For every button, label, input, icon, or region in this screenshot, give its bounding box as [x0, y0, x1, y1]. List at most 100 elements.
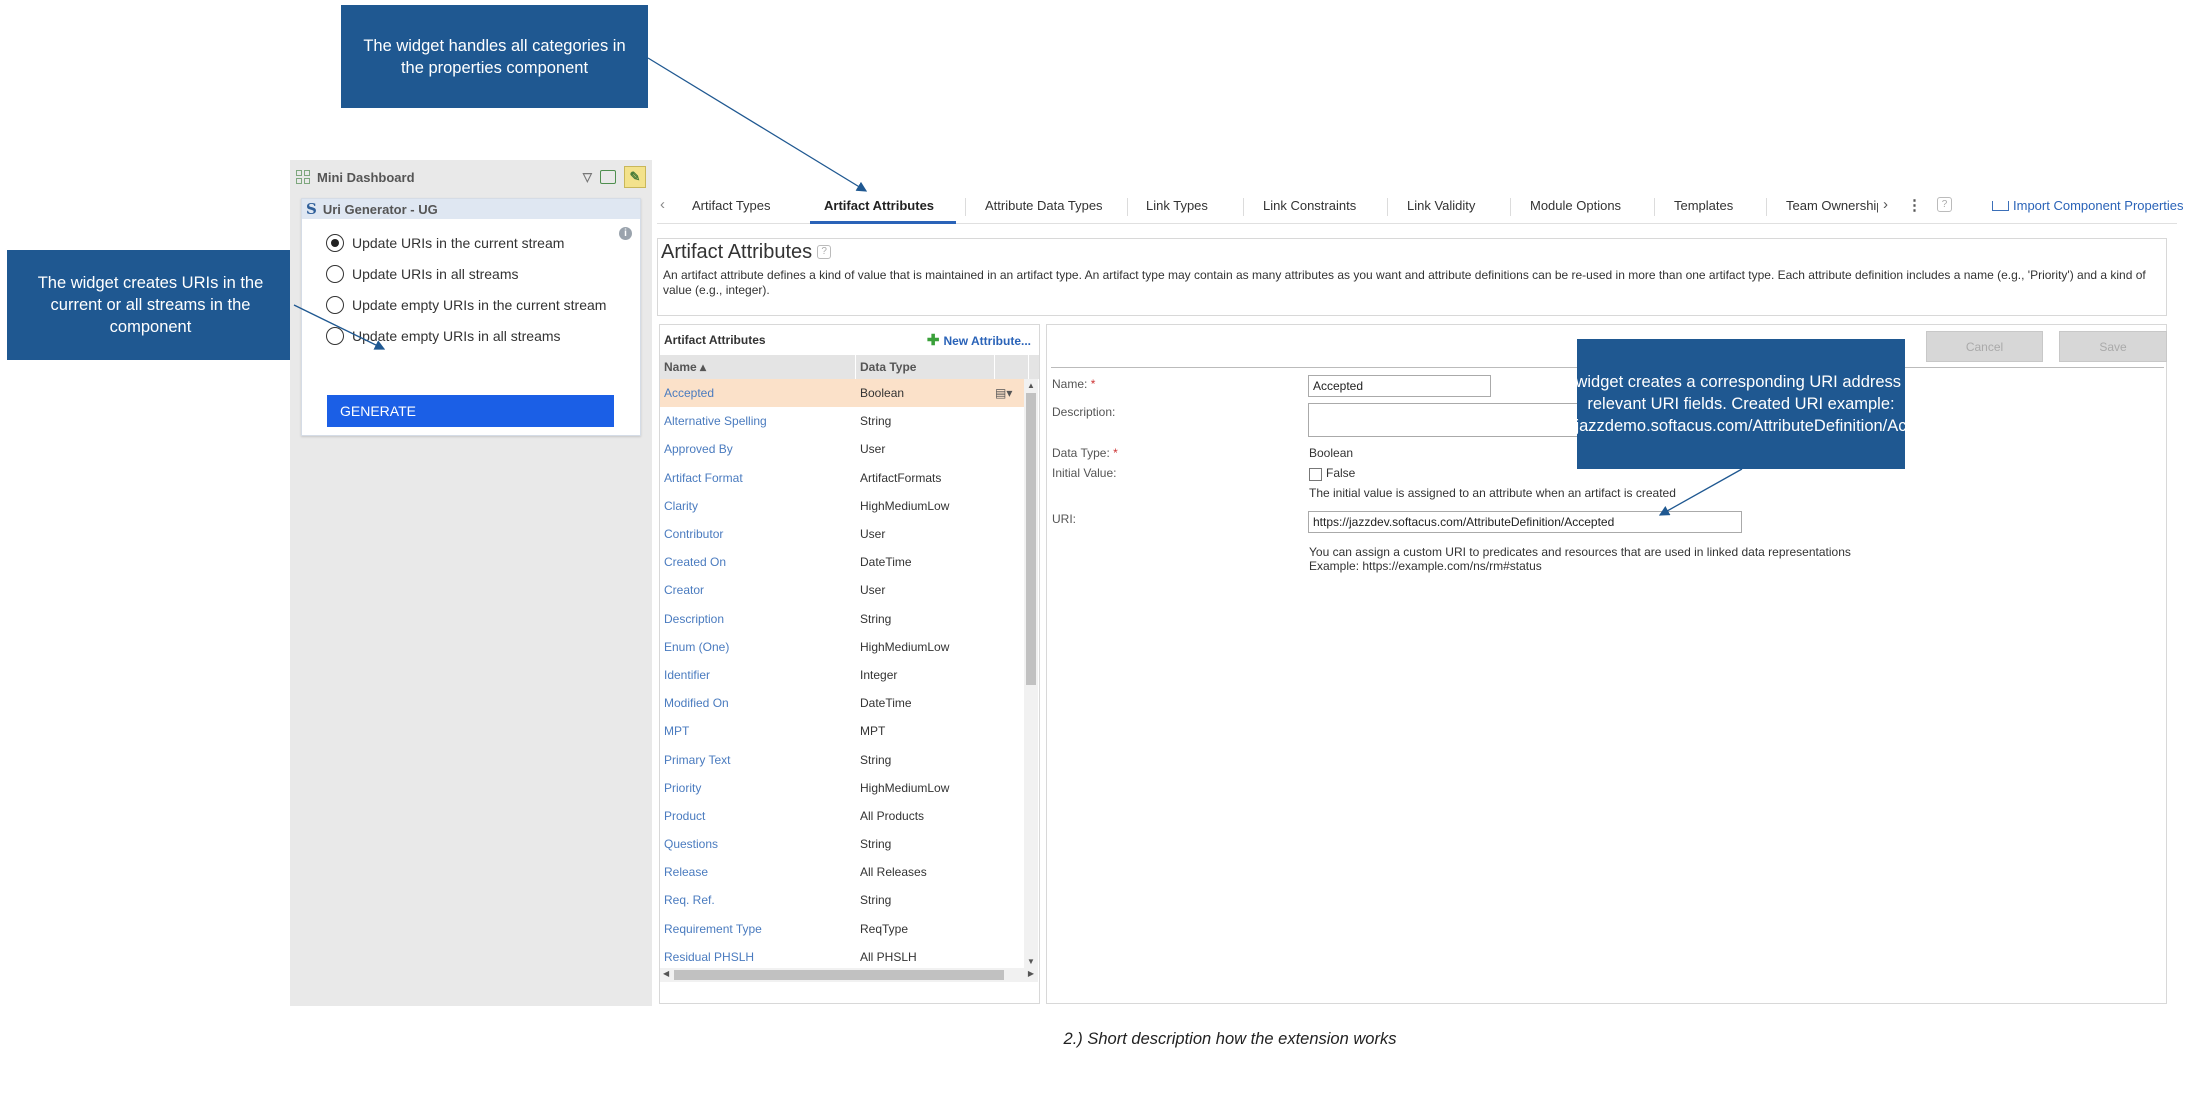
new-attribute-link[interactable]: ✚ New Attribute...: [927, 331, 1031, 349]
tab-link-constraints[interactable]: Link Constraints: [1263, 198, 1356, 213]
help-icon[interactable]: ?: [1937, 197, 1952, 212]
attribute-row[interactable]: Residual PHSLH All PHSLH: [660, 943, 1025, 971]
new-attribute-label: New Attribute...: [943, 334, 1031, 348]
attribute-name-cell[interactable]: Primary Text: [660, 753, 856, 767]
collapse-chevron-icon[interactable]: ▽: [583, 170, 592, 184]
uri-generator-widget: S Uri Generator - UG i Update URIs in th…: [301, 198, 641, 436]
attribute-row[interactable]: Modified On DateTime: [660, 689, 1025, 717]
attribute-name-cell[interactable]: Enum (One): [660, 640, 856, 654]
tabs-scroll-right-icon[interactable]: ›: [1883, 196, 1888, 213]
attribute-name-cell[interactable]: Creator: [660, 583, 856, 597]
tab-link-types[interactable]: Link Types: [1146, 198, 1208, 213]
tabs-scroll-left-icon[interactable]: ‹: [660, 196, 665, 213]
radio-option-all-streams[interactable]: Update URIs in all streams: [326, 264, 621, 284]
name-field[interactable]: Accepted: [1308, 375, 1491, 397]
attribute-name-cell[interactable]: MPT: [660, 724, 856, 738]
attribute-name-cell[interactable]: Clarity: [660, 499, 856, 513]
radio-option-empty-all-streams[interactable]: Update empty URIs in all streams: [326, 326, 621, 346]
row-actions-menu-icon[interactable]: ▤▾: [995, 386, 1025, 400]
tab-artifact-attributes[interactable]: Artifact Attributes: [824, 198, 934, 213]
attribute-name-cell[interactable]: Contributor: [660, 527, 856, 541]
attribute-row[interactable]: Accepted Boolean ▤▾: [660, 379, 1025, 408]
callout-uri: The widget creates a corresponding URI a…: [1526, 339, 1956, 469]
attribute-name-cell[interactable]: Artifact Format: [660, 471, 856, 485]
tab-team-ownership[interactable]: Team Ownership: [1786, 198, 1878, 213]
radio-button[interactable]: [326, 265, 344, 283]
attribute-row[interactable]: Artifact Format ArtifactFormats: [660, 464, 1025, 492]
tab-artifact-types[interactable]: Artifact Types: [692, 198, 771, 213]
attribute-type-cell: String: [860, 611, 892, 626]
radio-button-checked[interactable]: [326, 234, 344, 252]
column-header-name[interactable]: Name ▴: [660, 355, 856, 379]
save-button[interactable]: Save: [2059, 331, 2167, 362]
attribute-row[interactable]: Primary Text String: [660, 745, 1025, 773]
attribute-name-cell[interactable]: Identifier: [660, 668, 856, 682]
attribute-name-cell[interactable]: Residual PHSLH: [660, 950, 856, 964]
attribute-row[interactable]: Approved By User: [660, 435, 1025, 463]
attribute-type-cell: HighMediumLow: [860, 639, 950, 654]
tab-link-validity[interactable]: Link Validity: [1407, 198, 1475, 213]
attribute-row[interactable]: Creator User: [660, 576, 1025, 604]
attribute-name-cell[interactable]: Release: [660, 865, 856, 879]
dashboard-grid-icon: [296, 170, 310, 184]
scrollbar-thumb[interactable]: [1026, 393, 1036, 685]
attribute-row[interactable]: Identifier Integer: [660, 661, 1025, 689]
generate-button[interactable]: GENERATE: [327, 395, 614, 427]
tab-module-options[interactable]: Module Options: [1530, 198, 1621, 213]
tab-attribute-data-types[interactable]: Attribute Data Types: [985, 198, 1103, 213]
radio-option-empty-current-stream[interactable]: Update empty URIs in the current stream: [326, 295, 621, 315]
attribute-name-cell[interactable]: Modified On: [660, 696, 856, 710]
help-icon[interactable]: ?: [817, 245, 832, 259]
attribute-type-cell: HighMediumLow: [860, 498, 950, 513]
attribute-name-cell[interactable]: Accepted: [660, 386, 856, 400]
attribute-name-cell[interactable]: Alternative Spelling: [660, 414, 856, 428]
import-component-properties-link[interactable]: Import Component Properties: [1992, 198, 2184, 213]
attribute-name-cell[interactable]: Created On: [660, 555, 856, 569]
initial-value-checkbox[interactable]: [1309, 468, 1322, 481]
attribute-name-cell[interactable]: Requirement Type: [660, 922, 856, 936]
tab-divider: [1510, 198, 1511, 216]
attribute-row[interactable]: Product All Products: [660, 802, 1025, 830]
attribute-name-cell[interactable]: Priority: [660, 781, 856, 795]
attribute-row[interactable]: Created On DateTime: [660, 548, 1025, 576]
tab-divider: [1243, 198, 1244, 216]
column-header-data-type[interactable]: Data Type: [856, 355, 995, 379]
scroll-up-icon[interactable]: ▲: [1027, 381, 1035, 390]
attribute-name-cell[interactable]: Approved By: [660, 442, 856, 456]
attribute-row[interactable]: Release All Releases: [660, 858, 1025, 886]
radio-option-current-stream[interactable]: Update URIs in the current stream: [326, 233, 621, 253]
attribute-name-cell[interactable]: Questions: [660, 837, 856, 851]
name-label: Name: *: [1052, 377, 1095, 391]
mini-dashboard-header: Mini Dashboard ▽ ✎: [290, 160, 652, 194]
attribute-row[interactable]: Questions String: [660, 830, 1025, 858]
scroll-right-icon[interactable]: ▶: [1028, 969, 1034, 978]
attribute-name-cell[interactable]: Req. Ref.: [660, 893, 856, 907]
uri-field[interactable]: https://jazzdev.softacus.com/AttributeDe…: [1308, 511, 1742, 533]
attribute-row[interactable]: Contributor User: [660, 520, 1025, 548]
edit-pin-icon[interactable]: ✎: [624, 166, 646, 188]
attribute-row[interactable]: Requirement Type ReqType: [660, 915, 1025, 943]
tab-templates[interactable]: Templates: [1674, 198, 1733, 213]
attribute-name-cell[interactable]: Product: [660, 809, 856, 823]
radio-button[interactable]: [326, 327, 344, 345]
attribute-row[interactable]: Clarity HighMediumLow: [660, 492, 1025, 520]
cancel-button[interactable]: Cancel: [1926, 331, 2043, 362]
attribute-row[interactable]: Alternative Spelling String: [660, 407, 1025, 435]
attribute-row[interactable]: Enum (One) HighMediumLow: [660, 633, 1025, 661]
attribute-row[interactable]: MPT MPT: [660, 717, 1025, 745]
active-tab-indicator: [810, 221, 956, 224]
attribute-type-cell: User: [860, 442, 886, 457]
horizontal-scrollbar[interactable]: ◀ ▶: [660, 968, 1038, 982]
scrollbar-thumb[interactable]: [674, 970, 1004, 980]
attribute-name-cell[interactable]: Description: [660, 612, 856, 626]
attribute-row[interactable]: Req. Ref. String: [660, 886, 1025, 914]
scroll-left-icon[interactable]: ◀: [663, 969, 669, 978]
radio-label: Update empty URIs in the current stream: [352, 297, 607, 313]
radio-button[interactable]: [326, 296, 344, 314]
attribute-row[interactable]: Description String: [660, 605, 1025, 633]
vertical-scrollbar[interactable]: ▲ ▼: [1024, 379, 1038, 968]
scroll-down-icon[interactable]: ▼: [1027, 957, 1035, 966]
more-options-icon[interactable]: ⋮: [1907, 196, 1922, 214]
attribute-row[interactable]: Priority HighMediumLow: [660, 774, 1025, 802]
add-widget-icon[interactable]: [600, 170, 616, 184]
